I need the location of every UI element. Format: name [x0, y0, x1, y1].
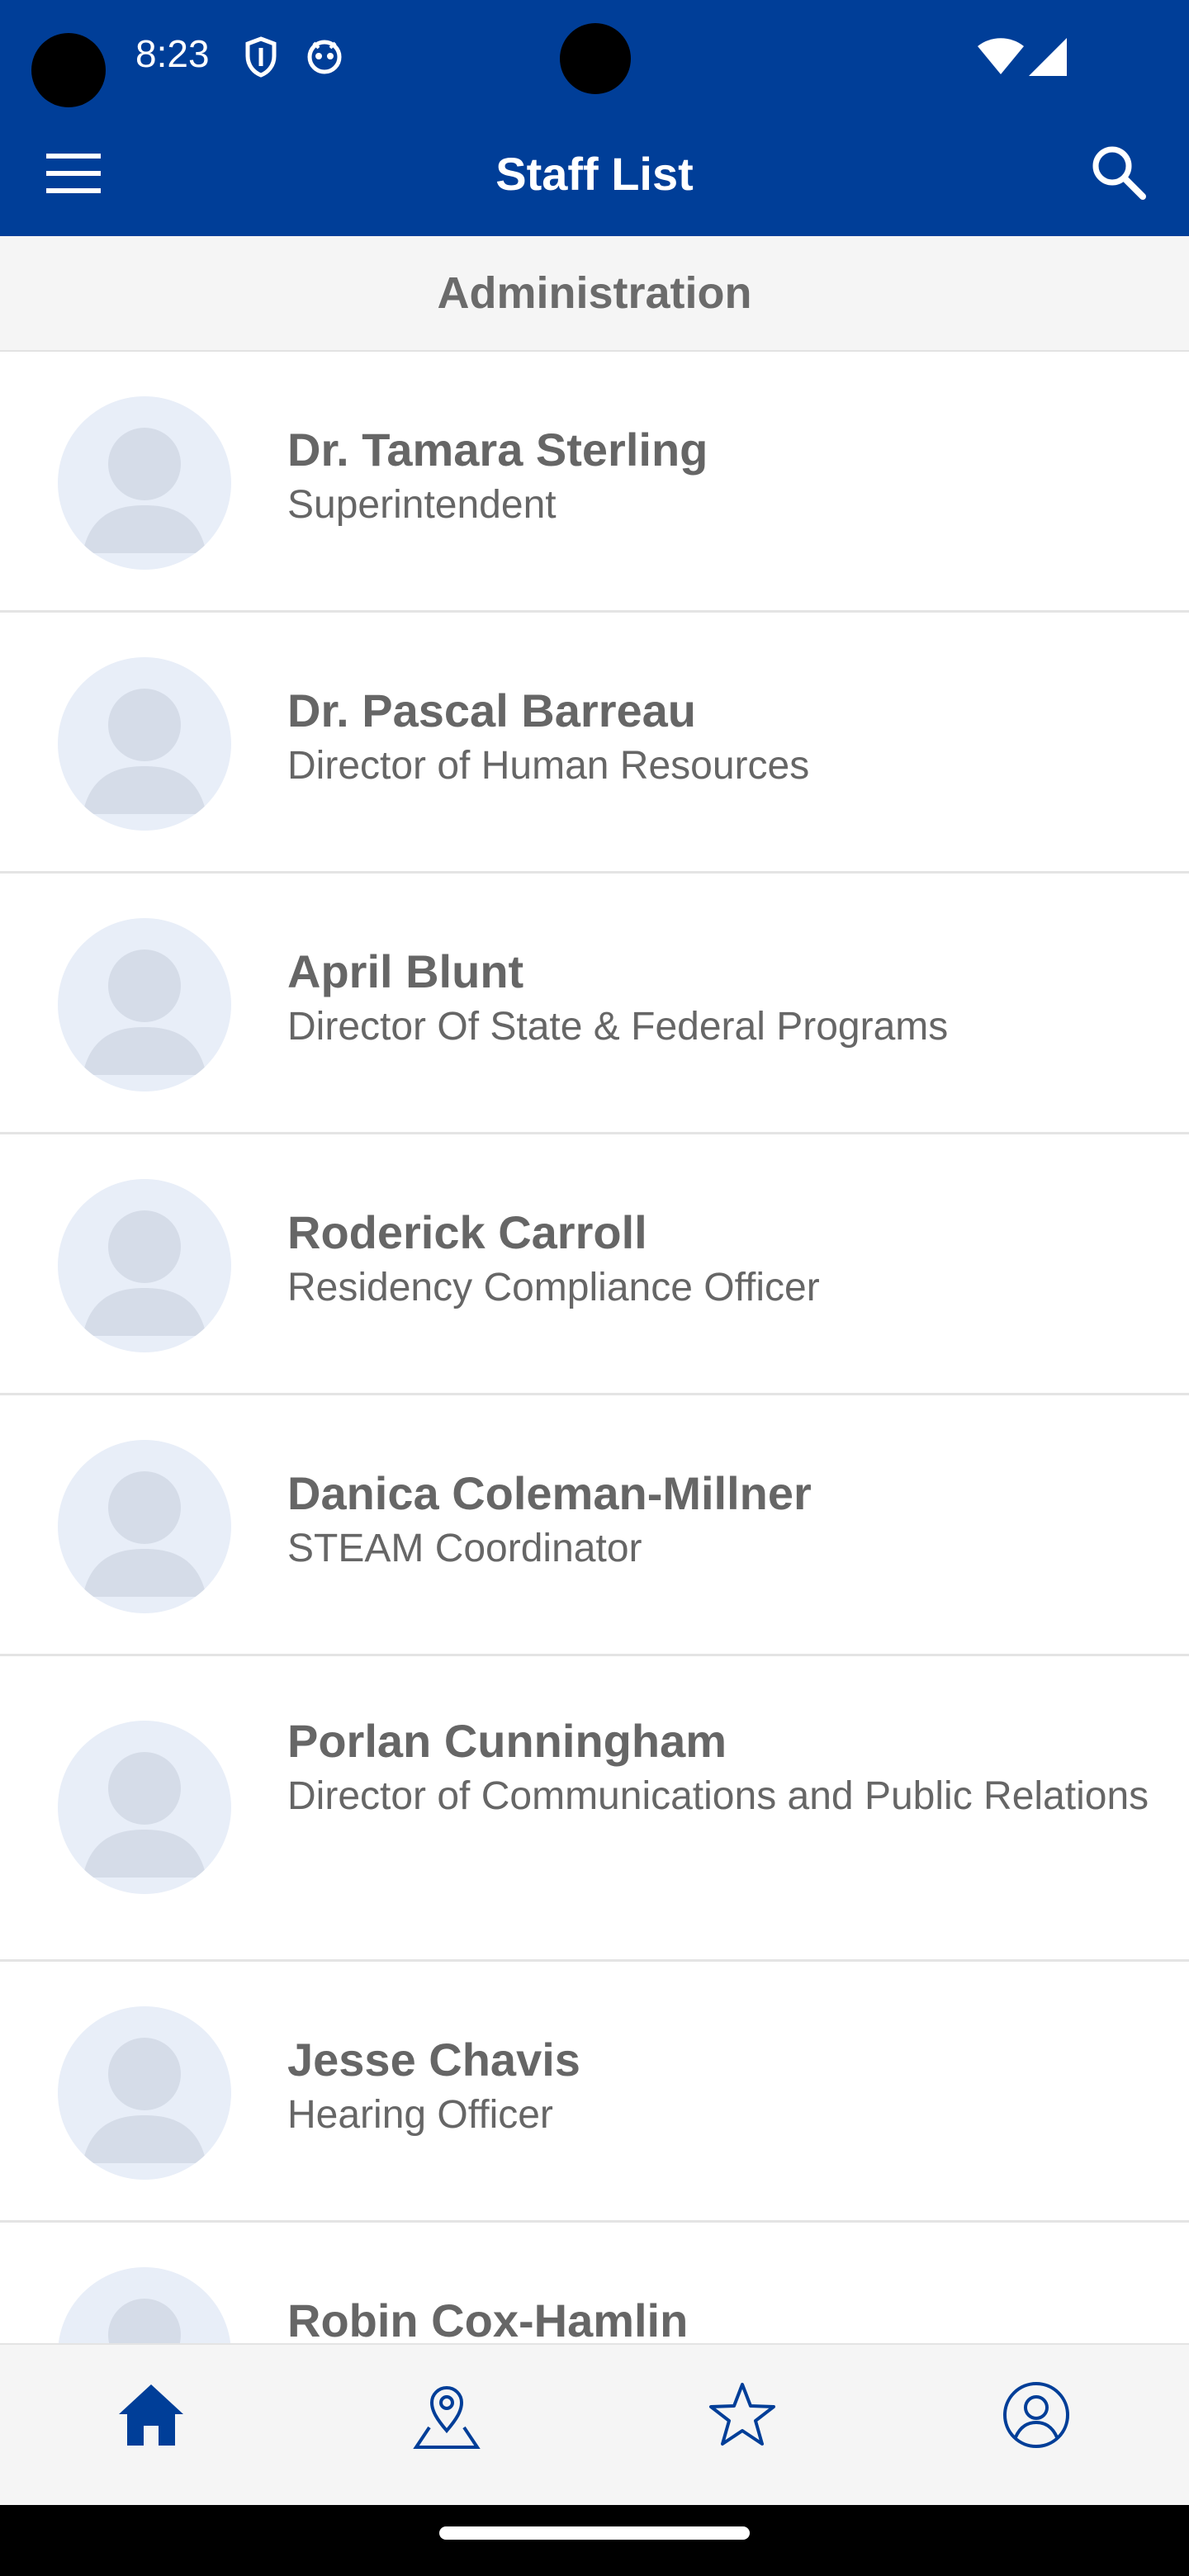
staff-list-item[interactable]: Dr. Pascal Barreau Director of Human Res…: [0, 613, 1189, 874]
staff-list-item[interactable]: Robin Cox-Hamlin: [0, 2223, 1189, 2343]
avatar: [58, 2006, 231, 2180]
avatar: [58, 918, 231, 1091]
staff-title: Director Of State & Federal Programs: [287, 1005, 949, 1049]
staff-name: April Blunt: [287, 945, 524, 997]
system-gesture-bar: [0, 2505, 1189, 2576]
page-title: Staff List: [495, 148, 694, 200]
robot-icon: [306, 36, 343, 78]
staff-name: Jesse Chavis: [287, 2034, 580, 2086]
staff-list-item[interactable]: April Blunt Director Of State & Federal …: [0, 874, 1189, 1134]
avatar: [58, 657, 231, 831]
staff-name: Danica Coleman-Millner: [287, 1467, 812, 1519]
staff-list-item[interactable]: Dr. Tamara Sterling Superintendent: [0, 352, 1189, 613]
search-button[interactable]: [1090, 144, 1156, 210]
search-icon: [1090, 146, 1148, 205]
camera-cutout-center: [560, 23, 631, 94]
signal-icon: [1029, 38, 1067, 80]
staff-title: Director of Human Resources: [287, 744, 810, 788]
nav-favorites-button[interactable]: [697, 2378, 788, 2469]
wifi-icon: [978, 38, 1024, 80]
staff-list-item[interactable]: Porlan Cunningham Director of Communicat…: [0, 1656, 1189, 1962]
staff-list-item[interactable]: Roderick Carroll Residency Compliance Of…: [0, 1134, 1189, 1395]
avatar: [58, 396, 231, 570]
staff-title: Superintendent: [287, 483, 557, 527]
staff-list-item[interactable]: Jesse Chavis Hearing Officer: [0, 1962, 1189, 2223]
staff-name: Dr. Pascal Barreau: [287, 684, 696, 736]
staff-title: STEAM Coordinator: [287, 1527, 642, 1570]
map-pin-icon: [401, 2378, 492, 2452]
section-header: Administration: [0, 236, 1189, 352]
avatar: [58, 1440, 231, 1613]
bottom-navigation: [0, 2343, 1189, 2507]
nav-home-button[interactable]: [106, 2378, 197, 2469]
home-icon: [106, 2378, 197, 2452]
staff-name: Roderick Carroll: [287, 1206, 647, 1258]
nav-profile-button[interactable]: [991, 2378, 1082, 2469]
app-bar: Staff List: [0, 116, 1189, 236]
avatar: [58, 1721, 231, 1894]
home-gesture-handle[interactable]: [439, 2526, 750, 2540]
staff-title: Director of Communications and Public Re…: [287, 1774, 1149, 1818]
avatar: [58, 2267, 231, 2343]
staff-name: Porlan Cunningham: [287, 1715, 727, 1767]
profile-icon: [991, 2378, 1082, 2452]
staff-name: Dr. Tamara Sterling: [287, 424, 708, 476]
avatar: [58, 1179, 231, 1352]
staff-list: Dr. Tamara Sterling Superintendent Dr. P…: [0, 352, 1189, 2343]
camera-cutout-left: [31, 33, 106, 107]
star-icon: [697, 2378, 788, 2452]
staff-list-item[interactable]: Danica Coleman-Millner STEAM Coordinator: [0, 1395, 1189, 1656]
status-bar: 8:23: [0, 0, 1189, 116]
staff-title: Hearing Officer: [287, 2093, 553, 2137]
shield-icon: [244, 36, 277, 82]
staff-title: Residency Compliance Officer: [287, 1266, 820, 1309]
staff-name: Robin Cox-Hamlin: [287, 2294, 689, 2343]
status-time: 8:23: [135, 32, 210, 75]
nav-map-button[interactable]: [401, 2378, 492, 2469]
